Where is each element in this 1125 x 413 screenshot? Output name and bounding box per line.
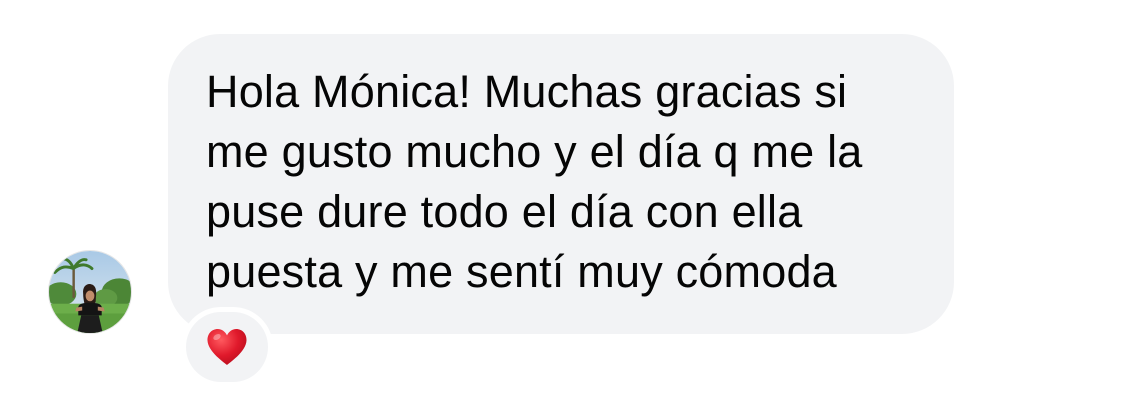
message-line: Hola Mónica! Muchas gracias si — [206, 66, 848, 117]
message-line: me gusto mucho y el día q me la — [206, 126, 863, 177]
reaction-badge[interactable] — [181, 307, 273, 387]
message-line: puesta y me sentí muy cómoda — [206, 246, 837, 297]
profile-photo-icon — [49, 251, 131, 333]
message-bubble[interactable]: Hola Mónica! Muchas gracias si me gusto … — [168, 34, 954, 334]
message-line: puse dure todo el día con ella — [206, 186, 803, 237]
heart-icon — [207, 329, 247, 365]
message-text: Hola Mónica! Muchas gracias si me gusto … — [206, 62, 924, 302]
reaction-pill — [186, 312, 268, 382]
message-thread: Hola Mónica! Muchas gracias si me gusto … — [0, 0, 1125, 413]
sender-avatar[interactable] — [48, 250, 132, 334]
